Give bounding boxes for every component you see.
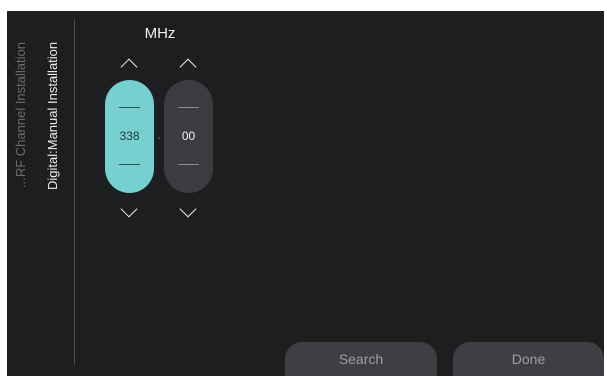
mhz-value: 338 [119,129,140,143]
breadcrumb-previous: ...RF Channel Installation [13,42,28,188]
done-button[interactable]: Done [453,342,604,376]
khz-spinner[interactable]: 00 [164,80,213,193]
breadcrumb-current: Digital:Manual Installation [45,41,60,190]
khz-value: 00 [181,129,196,143]
vertical-divider [74,19,75,365]
mhz-spinner[interactable]: 338 [105,80,154,193]
spinner-divider [119,164,140,165]
khz-decrement-chevron-down-icon[interactable] [179,200,197,218]
spinner-divider [119,107,140,108]
mhz-decrement-chevron-down-icon[interactable] [120,200,138,218]
spinner-divider [178,164,199,165]
mhz-increment-chevron-up-icon[interactable] [120,58,138,76]
khz-increment-chevron-up-icon[interactable] [179,58,197,76]
search-button[interactable]: Search [285,342,437,376]
decimal-separator: . [157,128,161,142]
tv-installation-screen: ...RF Channel Installation Digital:Manua… [7,11,604,376]
frequency-unit-label: MHz [144,25,176,42]
spinner-divider [178,107,199,108]
